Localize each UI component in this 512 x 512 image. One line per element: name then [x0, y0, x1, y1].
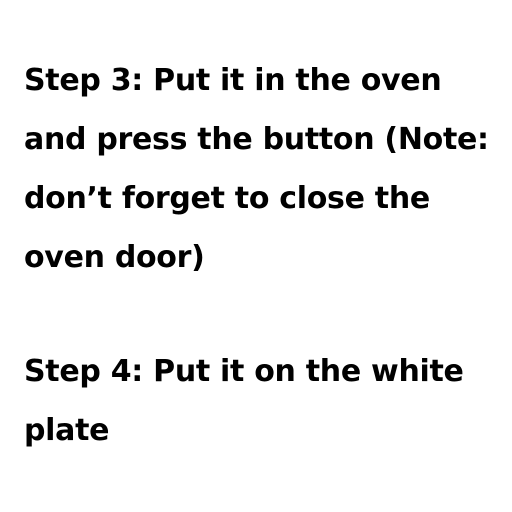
instruction-page: Step 3: Put it in the oven and press the…	[0, 0, 512, 512]
step-3-text: Step 3: Put it in the oven and press the…	[24, 63, 489, 275]
step-4-text: Step 4: Put it on the white plate	[24, 354, 464, 448]
